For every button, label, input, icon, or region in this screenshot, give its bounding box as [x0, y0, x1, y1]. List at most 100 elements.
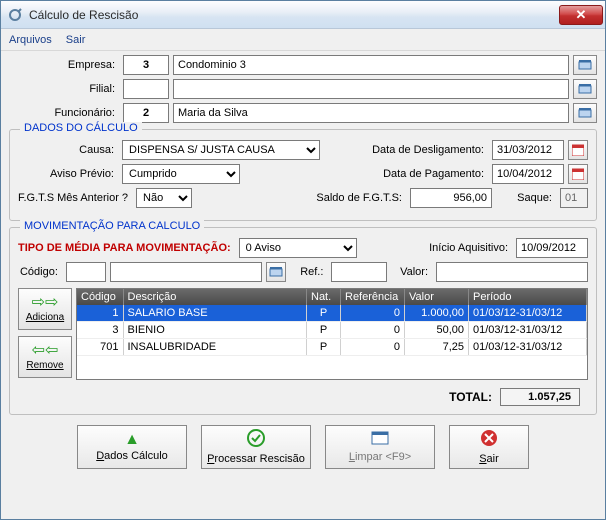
- table-cell: 7,25: [405, 339, 469, 356]
- empresa-lookup-button[interactable]: [573, 55, 597, 75]
- app-icon: [7, 7, 23, 23]
- table-cell: P: [307, 322, 341, 339]
- table-cell: INSALUBRIDADE: [123, 339, 307, 356]
- codigo-desc-input[interactable]: [110, 262, 262, 282]
- table-cell: 701: [77, 339, 123, 356]
- col-valor[interactable]: Valor: [405, 289, 469, 305]
- ref-input[interactable]: [331, 262, 387, 282]
- filial-label: Filial:: [9, 83, 119, 95]
- aviso-select[interactable]: Cumprido: [122, 164, 240, 184]
- remove-label: Remove: [26, 360, 63, 371]
- arrow-up-icon: ▲: [124, 432, 140, 448]
- adiciona-button[interactable]: ⇨⇨ Adiciona: [18, 288, 72, 330]
- titlebar: Cálculo de Rescisão ✕: [1, 1, 605, 29]
- saldo-input[interactable]: [410, 188, 492, 208]
- remove-button[interactable]: ⇦⇦ Remove: [18, 336, 72, 378]
- limpar-button[interactable]: Limpar <F9>: [325, 425, 435, 469]
- empresa-label: Empresa:: [9, 59, 119, 71]
- table-cell: 1.000,00: [405, 305, 469, 322]
- row-causa: Causa: DISPENSA S/ JUSTA CAUSA Data de D…: [18, 140, 588, 160]
- row-funcionario: Funcionário:: [9, 103, 597, 123]
- codigo-lookup-button[interactable]: [266, 262, 286, 282]
- pagamento-date-button[interactable]: [568, 164, 588, 184]
- table-area: ⇨⇨ Adiciona ⇦⇦ Remove Código Descrição: [18, 288, 588, 380]
- causa-label: Causa:: [18, 144, 118, 156]
- table-row[interactable]: 1SALARIO BASEP01.000,0001/03/12-31/03/12: [77, 305, 587, 322]
- mov-grid[interactable]: Código Descrição Nat. Referência Valor P…: [76, 288, 588, 380]
- col-nat[interactable]: Nat.: [307, 289, 341, 305]
- filial-name-input[interactable]: [173, 79, 569, 99]
- window-icon: [371, 431, 389, 449]
- sair-label: Sair: [479, 453, 499, 465]
- group-dados-calculo: DADOS DO CÁLCULO Causa: DISPENSA S/ JUST…: [9, 129, 597, 221]
- check-icon: [247, 429, 265, 451]
- add-icon: ⇨⇨: [32, 295, 59, 311]
- table-row[interactable]: 701INSALUBRIDADEP07,2501/03/12-31/03/12: [77, 339, 587, 356]
- processar-button[interactable]: Processar Rescisão: [201, 425, 311, 469]
- filial-code-input[interactable]: [123, 79, 169, 99]
- tipo-media-label: TIPO DE MÉDIA PARA MOVIMENTAÇÃO:: [18, 242, 231, 254]
- row-filial: Filial:: [9, 79, 597, 99]
- table-cell: SALARIO BASE: [123, 305, 307, 322]
- side-buttons: ⇨⇨ Adiciona ⇦⇦ Remove: [18, 288, 72, 380]
- table-cell: 50,00: [405, 322, 469, 339]
- valor-label: Valor:: [391, 266, 432, 278]
- table-cell: 0: [341, 305, 405, 322]
- group-movimentacao: MOVIMENTAÇÃO PARA CALCULO TIPO DE MÉDIA …: [9, 227, 597, 415]
- empresa-code-input[interactable]: [123, 55, 169, 75]
- lookup-icon: [269, 266, 283, 278]
- fgts-mes-label: F.G.T.S Mês Anterior ?: [18, 192, 128, 204]
- filial-lookup-button[interactable]: [573, 79, 597, 99]
- table-cell: 1: [77, 305, 123, 322]
- saldo-label: Saldo de F.G.T.S:: [196, 192, 406, 204]
- empresa-name-input[interactable]: [173, 55, 569, 75]
- pagamento-input[interactable]: [492, 164, 564, 184]
- total-value: 1.057,25: [500, 388, 580, 406]
- table-cell: 3: [77, 322, 123, 339]
- cancel-icon: [480, 429, 498, 451]
- table-cell: 01/03/12-31/03/12: [469, 305, 587, 322]
- content: Empresa: Filial: Funcionário:: [1, 51, 605, 519]
- calendar-icon: [572, 144, 584, 156]
- pagamento-label: Data de Pagamento:: [244, 168, 488, 180]
- codigo-input[interactable]: [66, 262, 106, 282]
- desligamento-input[interactable]: [492, 140, 564, 160]
- window: Cálculo de Rescisão ✕ Arquivos Sair Empr…: [0, 0, 606, 520]
- fgts-mes-select[interactable]: Não: [136, 188, 192, 208]
- lookup-icon: [578, 107, 592, 119]
- sair-button[interactable]: Sair: [449, 425, 529, 469]
- aviso-label: Aviso Prévio:: [18, 168, 118, 180]
- valor-input[interactable]: [436, 262, 588, 282]
- desligamento-label: Data de Desligamento:: [324, 144, 488, 156]
- tipo-media-select[interactable]: 0 Aviso: [239, 238, 357, 258]
- saque-input[interactable]: [560, 188, 588, 208]
- menu-arquivos[interactable]: Arquivos: [9, 34, 52, 46]
- table-cell: 01/03/12-31/03/12: [469, 339, 587, 356]
- table-cell: BIENIO: [123, 322, 307, 339]
- bottom-buttons: ▲ Dados Cálculo Processar Rescisão Limpa…: [9, 425, 597, 469]
- row-empresa: Empresa:: [9, 55, 597, 75]
- col-referencia[interactable]: Referência: [341, 289, 405, 305]
- row-tipo-media: TIPO DE MÉDIA PARA MOVIMENTAÇÃO: 0 Aviso…: [18, 238, 588, 258]
- table-cell: P: [307, 339, 341, 356]
- funcionario-name-input[interactable]: [173, 103, 569, 123]
- dados-calculo-button[interactable]: ▲ Dados Cálculo: [77, 425, 187, 469]
- funcionario-code-input[interactable]: [123, 103, 169, 123]
- mov-legend: MOVIMENTAÇÃO PARA CALCULO: [20, 220, 204, 232]
- codigo-label: Código:: [18, 266, 62, 278]
- adiciona-label: Adiciona: [26, 312, 64, 323]
- col-descricao[interactable]: Descrição: [123, 289, 307, 305]
- inicio-aquisitivo-input[interactable]: [516, 238, 588, 258]
- causa-select[interactable]: DISPENSA S/ JUSTA CAUSA: [122, 140, 320, 160]
- close-button[interactable]: ✕: [559, 5, 603, 25]
- ref-label: Ref.:: [290, 266, 327, 278]
- table-cell: P: [307, 305, 341, 322]
- desligamento-date-button[interactable]: [568, 140, 588, 160]
- table-row[interactable]: 3BIENIOP050,0001/03/12-31/03/12: [77, 322, 587, 339]
- menu-sair[interactable]: Sair: [66, 34, 86, 46]
- col-periodo[interactable]: Período: [469, 289, 587, 305]
- saque-label: Saque:: [496, 192, 556, 204]
- funcionario-lookup-button[interactable]: [573, 103, 597, 123]
- lookup-icon: [578, 83, 592, 95]
- col-codigo[interactable]: Código: [77, 289, 123, 305]
